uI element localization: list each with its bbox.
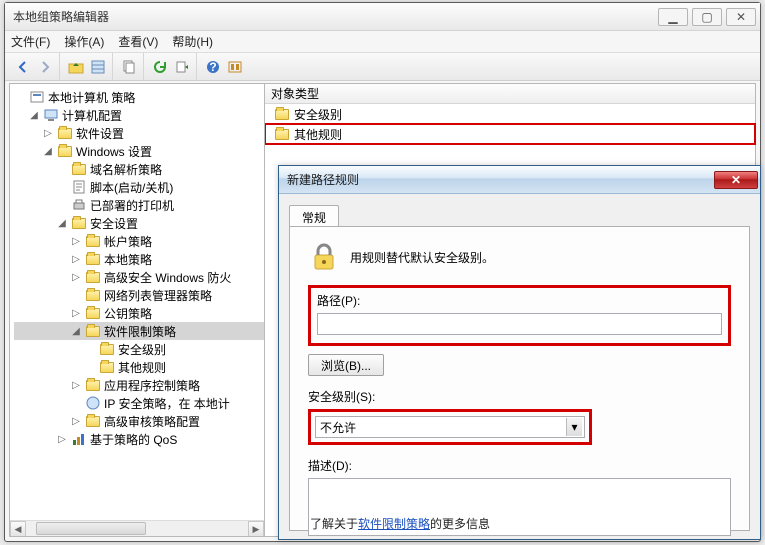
browse-button[interactable]: 浏览(B)...: [308, 354, 384, 376]
tree-security-settings[interactable]: ◢安全设置: [14, 214, 264, 232]
tree-adv-audit[interactable]: ▷高级审核策略配置: [14, 412, 264, 430]
scroll-left-icon[interactable]: ◀: [10, 521, 26, 537]
menu-view[interactable]: 查看(V): [118, 33, 158, 50]
tree-account-policy[interactable]: ▷帐户策略: [14, 232, 264, 250]
highlight-level-section: 不允许 ▾: [308, 409, 592, 445]
scroll-right-icon[interactable]: ▶: [248, 521, 264, 537]
column-header-type[interactable]: 对象类型: [265, 84, 755, 104]
filter-icon[interactable]: [225, 57, 245, 77]
list-item[interactable]: 安全级别: [265, 104, 755, 124]
dialog-close-button[interactable]: ✕: [714, 171, 758, 189]
list-item-other-rules[interactable]: 其他规则: [265, 124, 755, 144]
svg-text:?: ?: [209, 60, 216, 74]
up-folder-icon[interactable]: [66, 57, 86, 77]
menu-help[interactable]: 帮助(H): [172, 33, 213, 50]
tree-root[interactable]: 本地计算机 策略: [14, 88, 264, 106]
tree-app-control[interactable]: ▷应用程序控制策略: [14, 376, 264, 394]
new-path-rule-dialog: 新建路径规则 ✕ 常规 用规则替代默认安全级别。 路径(P): 浏览(B)...…: [278, 165, 761, 540]
folder-icon: [58, 146, 72, 157]
chevron-down-icon: ▾: [566, 418, 582, 436]
dialog-title: 新建路径规则: [287, 171, 714, 188]
refresh-icon[interactable]: [150, 57, 170, 77]
tree-computer-config[interactable]: ◢计算机配置: [14, 106, 264, 124]
tree-hscrollbar[interactable]: ◀ ▶: [10, 520, 264, 536]
qos-icon: [71, 431, 87, 447]
lock-folder-icon: [71, 215, 87, 231]
window-title: 本地组策略编辑器: [13, 8, 654, 25]
copy-icon[interactable]: [119, 57, 139, 77]
folder-icon: [86, 254, 100, 265]
tree-other-rules[interactable]: 其他规则: [14, 358, 264, 376]
tree-windows-settings[interactable]: ◢Windows 设置: [14, 142, 264, 160]
dialog-titlebar[interactable]: 新建路径规则 ✕: [279, 166, 760, 194]
close-icon: ✕: [731, 173, 741, 187]
scroll-thumb[interactable]: [36, 522, 146, 535]
ipsec-icon: [85, 395, 101, 411]
maximize-button[interactable]: ▢: [692, 8, 722, 26]
tree-script[interactable]: 脚本(启动/关机): [14, 178, 264, 196]
tree-software-settings[interactable]: ▷软件设置: [14, 124, 264, 142]
path-label: 路径(P):: [317, 292, 722, 309]
combo-value: 不允许: [320, 419, 356, 436]
menu-file[interactable]: 文件(F): [11, 33, 50, 50]
folder-icon: [275, 129, 289, 140]
printer-icon: [71, 197, 87, 213]
menubar: 文件(F) 操作(A) 查看(V) 帮助(H): [5, 31, 760, 53]
titlebar: 本地组策略编辑器 ▁ ▢ ✕: [5, 3, 760, 31]
learn-more-text: 了解关于软件限制策略的更多信息: [310, 515, 490, 532]
tab-general[interactable]: 常规: [289, 205, 339, 227]
folder-icon: [86, 290, 100, 301]
folder-icon: [58, 128, 72, 139]
tree-security-levels[interactable]: 安全级别: [14, 340, 264, 358]
minimize-button[interactable]: ▁: [658, 8, 688, 26]
close-button[interactable]: ✕: [726, 8, 756, 26]
srp-link[interactable]: 软件限制策略: [358, 517, 430, 531]
folder-icon: [86, 416, 100, 427]
folder-icon: [86, 326, 100, 337]
folder-icon: [86, 308, 100, 319]
tree-panel: 本地计算机 策略 ◢计算机配置 ▷软件设置 ◢Windows 设置 域名解析策略…: [9, 83, 265, 537]
menu-action[interactable]: 操作(A): [64, 33, 104, 50]
tree-nlm-policy[interactable]: 网络列表管理器策略: [14, 286, 264, 304]
desc-label: 描述(D):: [308, 457, 731, 474]
computer-icon: [43, 107, 59, 123]
highlight-path-section: 路径(P):: [308, 285, 731, 346]
tree-deployed-printers[interactable]: 已部署的打印机: [14, 196, 264, 214]
info-text: 用规则替代默认安全级别。: [350, 249, 494, 266]
level-label: 安全级别(S):: [308, 388, 731, 405]
folder-icon: [100, 362, 114, 373]
folder-icon: [72, 164, 86, 175]
help-icon[interactable]: ?: [203, 57, 223, 77]
lock-icon: [308, 241, 340, 273]
tree-qos[interactable]: ▷基于策略的 QoS: [14, 430, 264, 448]
list-view-icon[interactable]: [88, 57, 108, 77]
folder-icon: [100, 344, 114, 355]
path-input[interactable]: [317, 313, 722, 335]
folder-icon: [86, 236, 100, 247]
tree-adv-firewall[interactable]: ▷高级安全 Windows 防火: [14, 268, 264, 286]
forward-icon[interactable]: [35, 57, 55, 77]
export-icon[interactable]: [172, 57, 192, 77]
tree-pubkey-policy[interactable]: ▷公钥策略: [14, 304, 264, 322]
tree-local-policy[interactable]: ▷本地策略: [14, 250, 264, 268]
tabstrip: 常规: [289, 202, 750, 226]
folder-icon: [86, 272, 100, 283]
security-level-combo[interactable]: 不允许 ▾: [315, 416, 585, 438]
tree-dns-policy[interactable]: 域名解析策略: [14, 160, 264, 178]
folder-icon: [86, 380, 100, 391]
folder-icon: [275, 109, 289, 120]
tabpage-general: 用规则替代默认安全级别。 路径(P): 浏览(B)... 安全级别(S): 不允…: [289, 226, 750, 531]
script-icon: [71, 179, 87, 195]
toolbar: ?: [5, 53, 760, 81]
tree-ipsec[interactable]: IP 安全策略，在 本地计: [14, 394, 264, 412]
policy-icon: [29, 89, 45, 105]
tree-software-restriction[interactable]: ◢软件限制策略: [14, 322, 264, 340]
back-icon[interactable]: [13, 57, 33, 77]
